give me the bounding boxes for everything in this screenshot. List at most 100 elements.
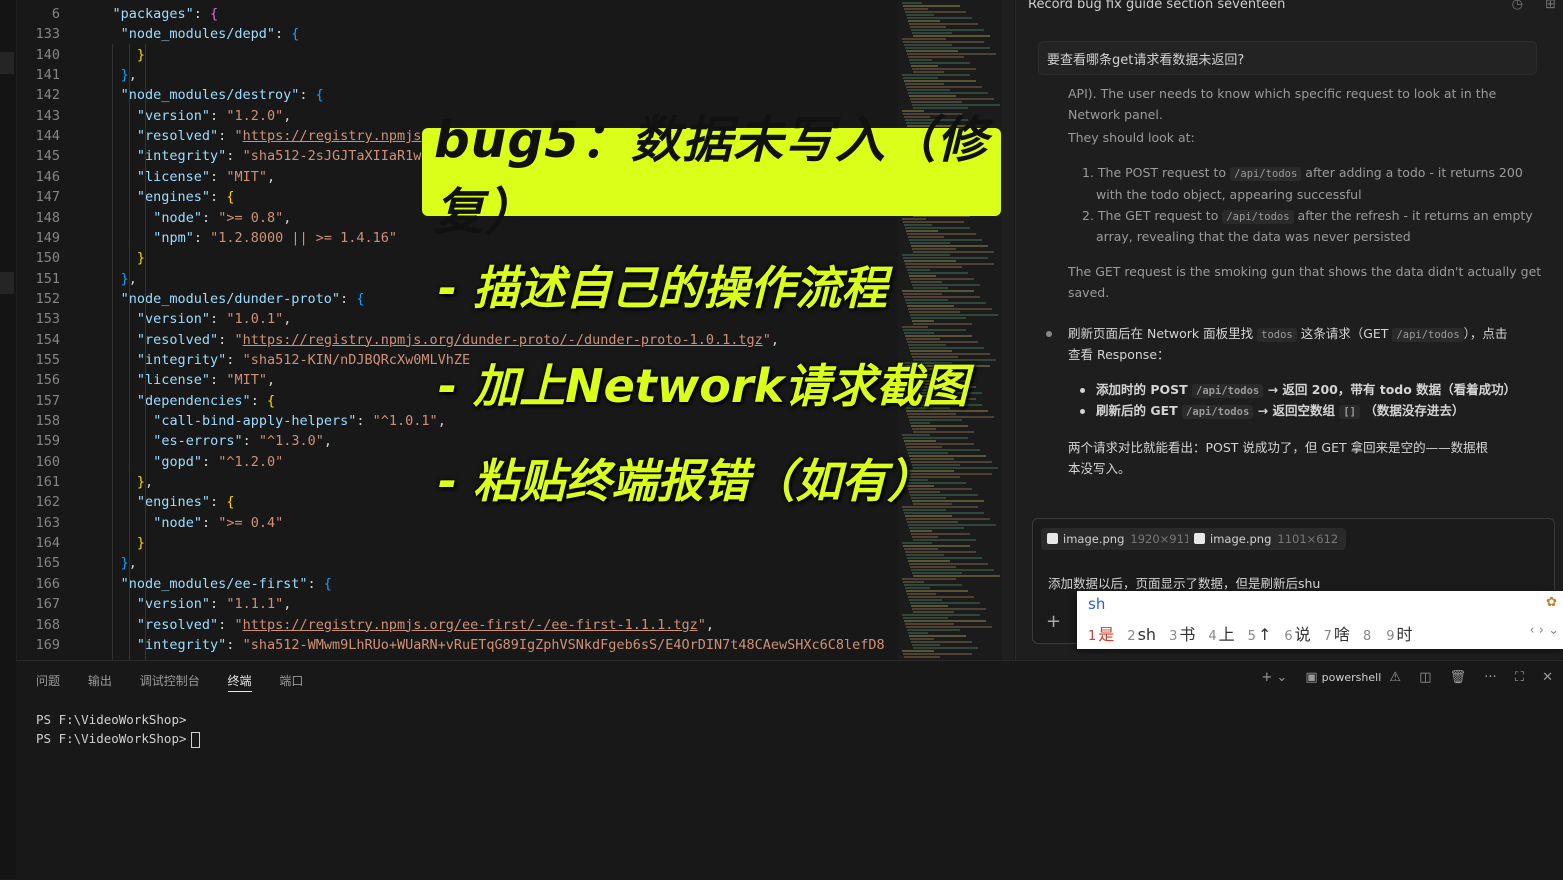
reply-text: 刷新后的 GET [1096, 403, 1178, 418]
ime-candidate[interactable]: 5 ↑ [1248, 625, 1272, 644]
code-line[interactable]: 141}, [0, 65, 898, 85]
minimap-line [906, 626, 992, 628]
minimap-line [902, 650, 934, 652]
minimap-line [909, 347, 984, 349]
code-line[interactable]: 165}, [0, 553, 898, 573]
code-line[interactable]: 6 "packages": { [0, 4, 898, 24]
ime-candidate[interactable]: 2 sh [1127, 625, 1156, 644]
tab-ports[interactable]: 端口 [279, 674, 303, 688]
ime-page-arrows[interactable]: ‹ › ⌄ [1529, 623, 1559, 638]
close-icon[interactable]: ✕ [1542, 670, 1553, 685]
tab-debug-console[interactable]: 调试控制台 [140, 674, 200, 688]
minimap-line [913, 287, 948, 289]
attachment-name: image.png [1210, 532, 1272, 546]
minimap-line [905, 11, 966, 13]
line-number: 158 [35, 413, 60, 429]
code-line[interactable]: 167 "version": "1.1.1", [0, 594, 898, 614]
ime-candidate[interactable]: 8 [1363, 625, 1373, 644]
shell-label[interactable]: powershell [1322, 671, 1382, 684]
plus-icon[interactable]: + [1046, 611, 1061, 632]
minimap-line [909, 95, 956, 97]
minimap[interactable] [898, 0, 1002, 660]
code-text: "version": "1.0.1", [136, 311, 292, 328]
minimap-line [904, 80, 976, 82]
code-text: } [136, 535, 146, 552]
editor-scrollbar[interactable] [1002, 0, 1014, 660]
line-number: 156 [35, 372, 60, 389]
code-text: } [136, 46, 146, 63]
indent-guide [145, 44, 147, 660]
new-chat-icon[interactable]: ⊞ [1545, 0, 1556, 12]
tab-terminal[interactable]: 终端 [227, 674, 252, 692]
ime-candidate[interactable]: 3书 [1169, 625, 1195, 644]
code-line[interactable]: 166 "node_modules/ee-first": { [0, 574, 898, 594]
minimap-line [905, 515, 952, 517]
terminal-icon[interactable]: ▣ [1305, 670, 1317, 685]
minimap-line [903, 5, 960, 7]
code-line[interactable]: 154 "resolved": "https://registry.npmjs.o… [0, 330, 898, 350]
split-icon[interactable]: ◫ [1419, 670, 1431, 685]
tab-problems[interactable]: 问题 [36, 674, 60, 688]
minimap-line [913, 647, 978, 649]
code-line[interactable]: 133 "node_modules/depd": { [0, 24, 898, 44]
maximize-icon[interactable]: ⛶ [1515, 670, 1524, 685]
trash-icon[interactable]: 🗑 [1450, 670, 1467, 685]
reply-step: 1. The POST request to /api/todos after … [1082, 162, 1523, 185]
reply-text: 两个请求对比就能看出：POST 说成功了，但 GET 拿回来是空的——数据根 [1068, 440, 1489, 455]
line-number: 148 [35, 209, 60, 226]
ime-candidates[interactable]: 1 是 2 sh 3 书 4 上 5 ↑ 6 说 7 啥 8 9 时 [1088, 621, 1426, 645]
ime-candidate[interactable]: 1是 [1088, 625, 1114, 644]
tab-output[interactable]: 输出 [88, 674, 112, 688]
minimap-line [908, 524, 996, 526]
line-number: 152 [35, 290, 60, 307]
code-line[interactable]: 163 "node": ">= 0.4" [0, 513, 898, 533]
code-line[interactable]: 169 "integrity": "sha512-WMwm9LhRUo+WUaRN… [0, 635, 898, 655]
minimap-line [912, 572, 962, 574]
code-editor[interactable]: 6 "packages": {133 "node_modules/depd": {1… [0, 0, 1015, 660]
ime-candidate[interactable]: 9时 [1386, 625, 1412, 644]
minimap-line [912, 248, 956, 250]
attachment-chip[interactable]: image.png 1920×911 [1041, 528, 1200, 550]
activity-strip [0, 0, 17, 879]
minimap-line [908, 632, 928, 634]
minimap-line [904, 332, 934, 334]
code-text: "npm": "1.2.8000 || >= 1.4.16" [153, 229, 398, 246]
code-line[interactable]: 140} [0, 45, 898, 65]
minimap-line [912, 32, 952, 34]
reply-text: array, revealing that the data was never… [1096, 229, 1411, 244]
minimap-line [911, 425, 968, 427]
code-text: "integrity": "sha512-KIN/nDJBQRcXw0MLVhZ… [136, 351, 471, 368]
code-text: "version": "1.2.0", [136, 107, 292, 124]
more-icon[interactable]: ··· [1484, 670, 1496, 685]
minimap-line [903, 329, 966, 331]
warning-icon[interactable]: ⚠ [1389, 670, 1401, 685]
attachment-chip[interactable]: image.png 1101×612 [1188, 528, 1347, 550]
code-text: "call-bind-apply-helpers": "^1.0.1", [153, 413, 446, 429]
code-text: "license": "MIT", [136, 168, 276, 185]
chat-title: Record bug fix guide section seventeen [1028, 0, 1286, 12]
ime-candidate-window[interactable]: sh ✿ 1 是 2 sh 3 书 4 上 5 ↑ 6 说 7 啥 8 9 时 ‹ › ⌄ [1077, 591, 1563, 649]
minimap-line [903, 617, 948, 619]
minimap-line [910, 314, 998, 316]
terminal-cursor [190, 731, 200, 748]
overlay-title-banner: bug5：数据未写入（修复） [422, 111, 1001, 241]
code-line[interactable]: 168 "resolved": "https://registry.npmjs.o… [0, 615, 898, 635]
chat-input-text[interactable]: 添加数据以后，页面显示了数据，但是刷新后shu [1048, 573, 1320, 592]
minimap-line [905, 83, 944, 85]
reply-text: → 返回空数组 [1257, 403, 1335, 418]
line-number: 143 [35, 107, 60, 124]
ime-candidate[interactable]: 6说 [1284, 625, 1310, 644]
history-icon[interactable]: ◷ [1512, 0, 1523, 12]
minimap-line [909, 23, 978, 25]
line-number: 166 [35, 575, 60, 592]
line-number: 147 [35, 189, 60, 206]
line-number: 154 [35, 331, 60, 348]
terminal-line[interactable]: PS F:\VideoWorkShop> [36, 731, 200, 748]
code-line[interactable]: 164} [0, 533, 898, 553]
ime-candidate[interactable]: 7啥 [1324, 625, 1350, 644]
ime-candidate[interactable]: 4上 [1208, 625, 1234, 644]
plus-icon[interactable]: + ⌄ [1261, 670, 1287, 685]
reply-text: API). The user needs to know which speci… [1068, 86, 1497, 101]
minimap-line [912, 536, 938, 538]
minimap-line [913, 575, 1000, 577]
